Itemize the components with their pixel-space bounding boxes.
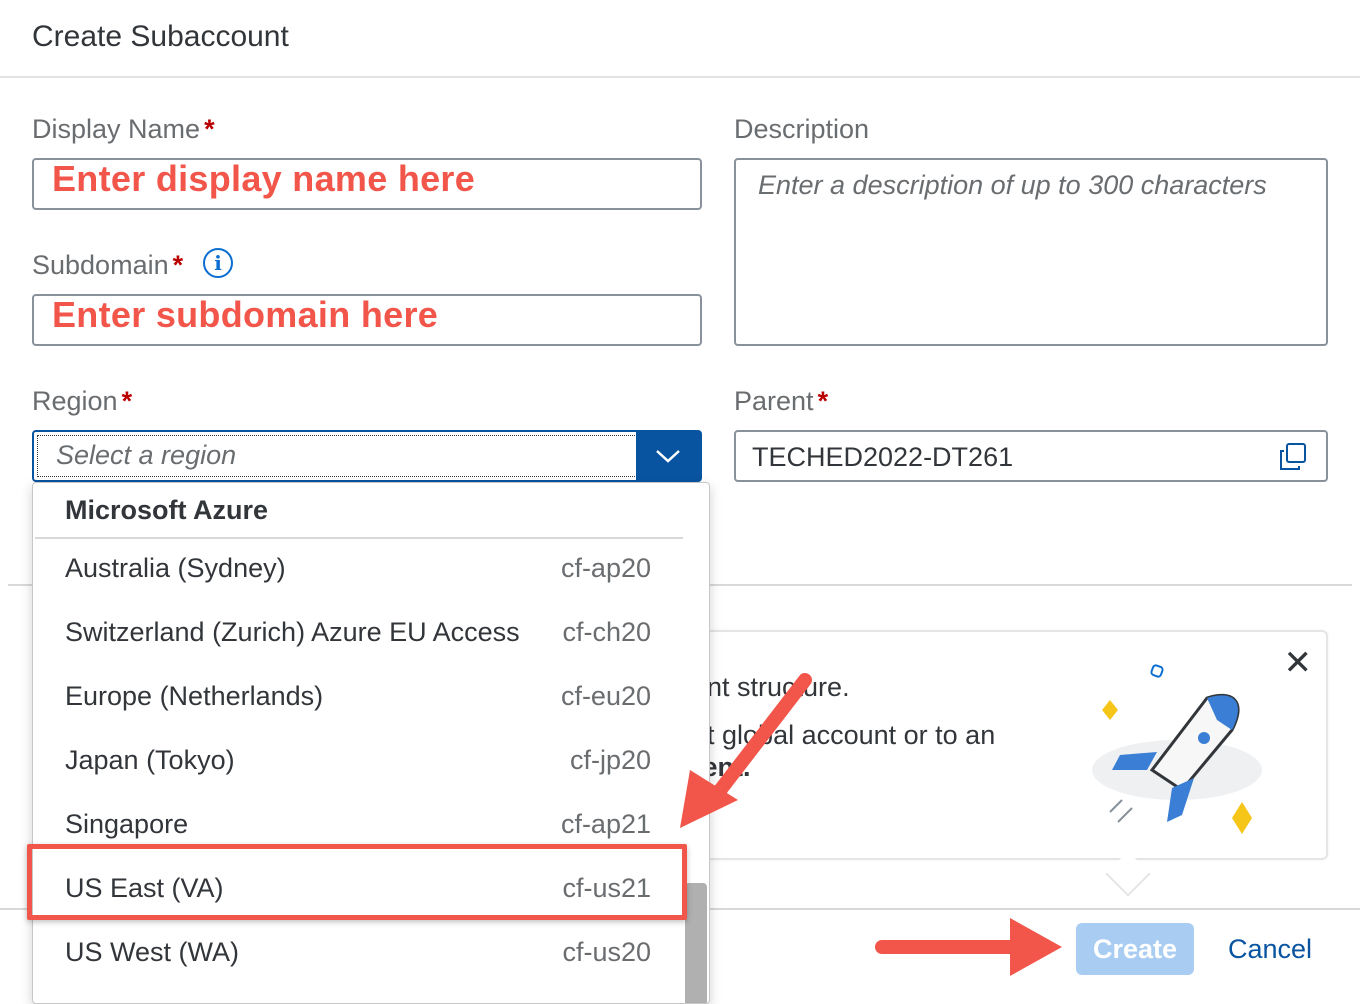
- cancel-button[interactable]: Cancel: [1212, 923, 1328, 975]
- region-option-name: Europe (Netherlands): [65, 681, 324, 711]
- region-option-code: cf-ap21: [560, 809, 651, 839]
- region-label: Region *: [32, 386, 133, 416]
- region-option-name: Australia (Sydney): [65, 553, 286, 583]
- description-textarea[interactable]: Enter a description of up to 300 charact…: [734, 158, 1328, 346]
- description-label: Description: [734, 114, 870, 144]
- description-placeholder: Enter a description of up to 300 charact…: [758, 170, 1267, 200]
- required-marker: *: [817, 386, 829, 416]
- region-option-name: US West (WA): [65, 937, 239, 967]
- region-option[interactable]: Japan (Tokyo) cf-jp20: [33, 731, 683, 795]
- region-option-name: Singapore: [65, 809, 189, 839]
- region-option-code: cf-eu20: [560, 681, 651, 711]
- info-panel: unt structure. ot global account or to a…: [692, 630, 1328, 860]
- region-option-code: cf-jp20: [569, 745, 651, 775]
- parent-label: Parent *: [734, 386, 829, 416]
- subdomain-input[interactable]: Enter subdomain here: [32, 294, 702, 346]
- dropdown-group-title: Microsoft Azure: [65, 495, 269, 525]
- chevron-down-icon: [656, 450, 680, 463]
- region-option-code: cf-us20: [562, 937, 651, 967]
- dropdown-scrollbar[interactable]: [685, 883, 707, 1003]
- region-option-name: Japan (Tokyo): [65, 745, 235, 775]
- display-name-input[interactable]: Enter display name here: [32, 158, 702, 210]
- region-dropdown-list: Microsoft Azure Australia (Sydney) cf-ap…: [32, 482, 710, 1004]
- highlight-box-us-east: [27, 844, 687, 920]
- region-option[interactable]: US West (WA) cf-us20: [33, 923, 683, 987]
- region-option[interactable]: Europe (Netherlands) cf-eu20: [33, 667, 683, 731]
- dialog-title: Create Subaccount: [32, 20, 289, 53]
- parent-value: TECHED2022-DT261: [752, 442, 1014, 472]
- parent-input[interactable]: TECHED2022-DT261: [734, 430, 1328, 482]
- region-dropdown-button[interactable]: [636, 432, 700, 480]
- close-icon[interactable]: ✕: [1284, 646, 1313, 680]
- copy-icon[interactable]: [1278, 442, 1308, 472]
- display-name-annotation: Enter display name here: [52, 158, 476, 199]
- region-option[interactable]: Switzerland (Zurich) Azure EU Access cf-…: [33, 603, 683, 667]
- display-name-label: Display Name *: [32, 114, 215, 144]
- rocket-illustration-icon: [1092, 664, 1262, 834]
- required-marker: *: [172, 250, 184, 280]
- info-text-line-2: ot global account or to an: [692, 720, 996, 750]
- region-placeholder: Select a region: [56, 440, 237, 470]
- region-select[interactable]: Select a region: [32, 430, 702, 482]
- create-button[interactable]: Create: [1076, 923, 1194, 975]
- region-option-code: cf-ap20: [560, 553, 651, 583]
- info-text-line-1: unt structure.: [692, 672, 850, 702]
- info-icon[interactable]: i: [203, 248, 233, 278]
- region-option[interactable]: Australia (Sydney) cf-ap20: [33, 539, 683, 603]
- required-marker: *: [204, 114, 215, 144]
- subdomain-label: Subdomain *: [32, 250, 184, 280]
- required-marker: *: [121, 386, 133, 416]
- dialog-header: Create Subaccount: [0, 0, 1360, 78]
- region-option-name: Switzerland (Zurich) Azure EU Access: [65, 617, 520, 647]
- subdomain-annotation: Enter subdomain here: [52, 294, 439, 335]
- region-option-code: cf-ch20: [562, 617, 651, 647]
